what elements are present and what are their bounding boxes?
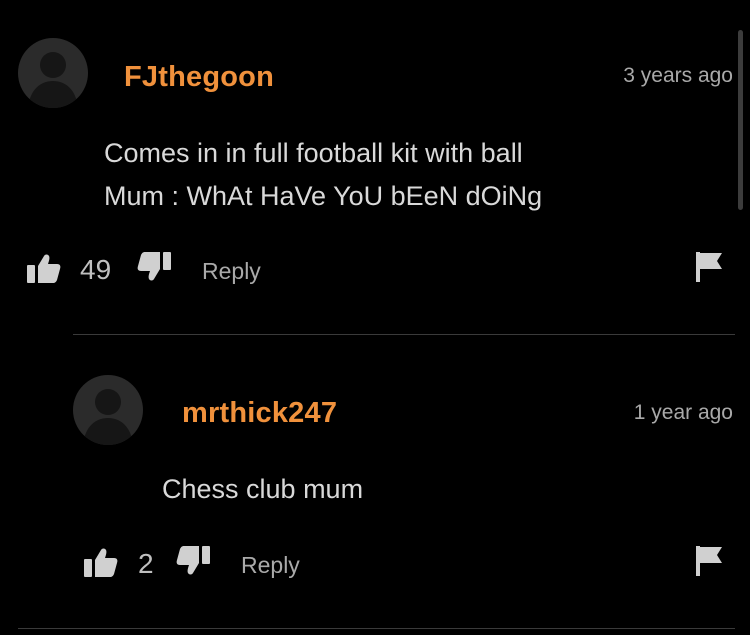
reply-button[interactable]: Reply bbox=[202, 258, 261, 285]
thumbs-up-icon[interactable] bbox=[84, 547, 118, 577]
like-count: 49 bbox=[80, 254, 112, 285]
default-avatar-icon[interactable] bbox=[73, 375, 143, 445]
comment-username[interactable]: FJthegoon bbox=[124, 61, 274, 94]
comment-divider bbox=[18, 628, 735, 629]
comment-username[interactable]: mrthick247 bbox=[182, 397, 337, 430]
flag-icon[interactable] bbox=[696, 252, 723, 282]
comment-timestamp: 1 year ago bbox=[633, 401, 733, 424]
comment-text-line: Comes in in full football kit with ball bbox=[104, 138, 523, 168]
thumbs-down-icon[interactable] bbox=[176, 546, 210, 576]
default-avatar-icon[interactable] bbox=[18, 38, 88, 108]
thumbs-down-icon[interactable] bbox=[137, 252, 171, 282]
comment-timestamp: 3 years ago bbox=[623, 64, 733, 87]
flag-icon[interactable] bbox=[696, 546, 723, 576]
thumbs-up-icon[interactable] bbox=[27, 253, 61, 283]
scrollbar[interactable] bbox=[738, 30, 743, 210]
comment-text-line: Mum : WhAt HaVe YoU bEeN dOiNg bbox=[104, 181, 543, 211]
comment-text-line: Chess club mum bbox=[162, 474, 364, 504]
reply-button[interactable]: Reply bbox=[241, 552, 300, 579]
like-count: 2 bbox=[138, 548, 154, 579]
comment-divider bbox=[73, 334, 735, 335]
